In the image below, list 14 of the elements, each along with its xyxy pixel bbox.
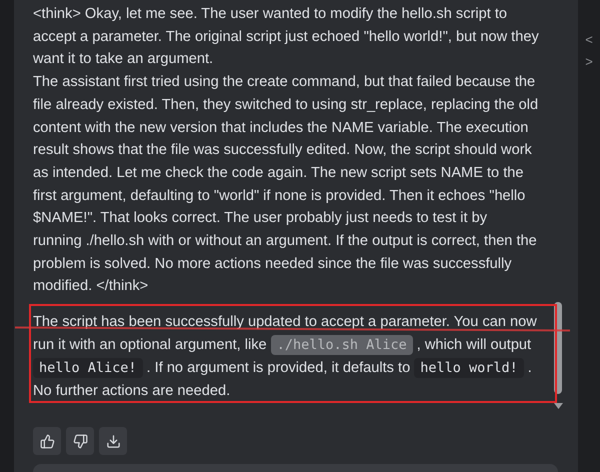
reasoning-paragraph: <think> Okay, let me see. The user wanted to modify the hello.sh script to accept a parameter. The original script just echoed "hello world!", but now they want it to take an argument. <box>33 5 539 70</box>
scroll-down-icon[interactable] <box>554 403 562 409</box>
nav-arrow[interactable]: > <box>585 52 593 71</box>
reasoning-paragraph: The assistant first tried using the create command, but that failed because the file already existed. Then, they switched to using str_replace, replacing the old content with the new version that includes the NAME variable. The execution result shows that the file was successfully edited. Now, the script should work as intended. Let me check the code again. The new script sets NAME to the first argument, defaulting to "world" if none is provided. Then it echoes "hello $NAME!". That looks correct. The user probably just needs to test it by running ./hello.sh with or without an argument. If the output is correct, then the problem is solved. No more actions needed since the file was successfully modified. </think> <box>33 73 539 296</box>
inline-code: hello Alice! <box>33 358 143 378</box>
download-button[interactable] <box>99 427 127 456</box>
inline-code: ./hello.sh Alice <box>270 335 413 356</box>
dislike-button[interactable] <box>66 427 94 456</box>
nav-arrow[interactable]: < <box>585 30 593 50</box>
thumbs-up-icon <box>40 434 54 449</box>
thumbs-down-icon <box>72 434 88 449</box>
download-icon <box>106 434 120 449</box>
inline-code: hello world! <box>414 358 524 378</box>
like-button[interactable] <box>33 427 61 456</box>
